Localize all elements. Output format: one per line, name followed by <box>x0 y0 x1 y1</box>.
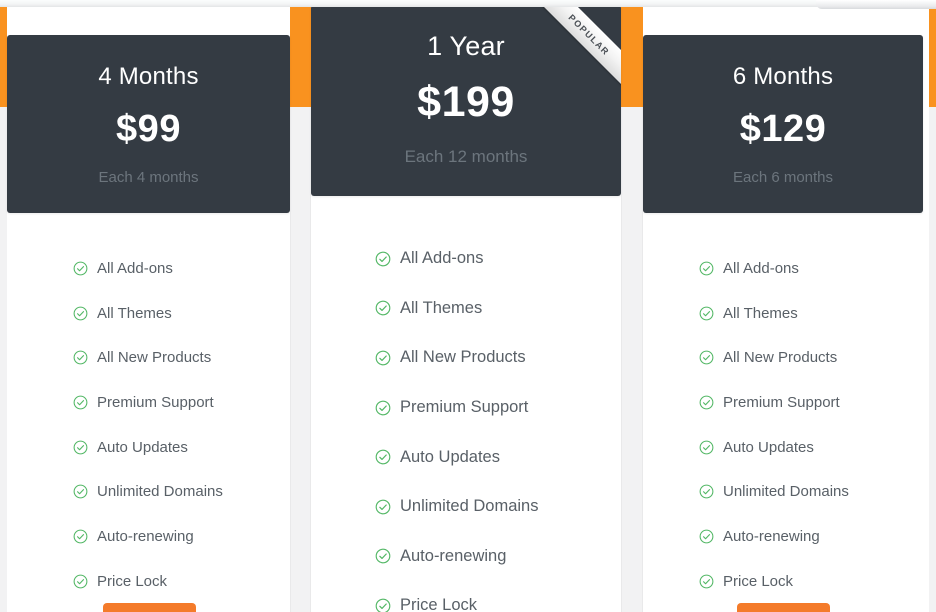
feature-label: Price Lock <box>97 572 168 590</box>
feature-label: All New Products <box>400 348 526 367</box>
pricing-card-6-months[interactable]: 6 Months $129 Each 6 months All Add-ons … <box>643 0 929 612</box>
feature-item: Unlimited Domains <box>375 482 538 532</box>
plan-header-4-months: 4 Months $99 Each 4 months <box>7 35 290 213</box>
check-circle-icon <box>699 484 714 499</box>
feature-label: Price Lock <box>723 572 794 590</box>
feature-label: Auto Updates <box>723 438 814 456</box>
feature-label: All Add-ons <box>723 259 799 277</box>
feature-label: Premium Support <box>97 393 214 411</box>
plan-header-6-months: 6 Months $129 Each 6 months <box>643 35 923 213</box>
feature-label: Premium Support <box>723 393 840 411</box>
feature-item: Unlimited Domains <box>699 469 849 514</box>
feature-item: Auto-renewing <box>375 532 538 582</box>
plan-header-1-year: POPULAR 1 Year $199 Each 12 months <box>311 5 621 196</box>
feature-item: Auto-renewing <box>73 514 223 559</box>
feature-item: Premium Support <box>73 380 223 425</box>
plan-name: 6 Months <box>732 63 834 90</box>
feature-item: All Themes <box>375 284 538 334</box>
feature-list-1-year: All Add-ons All Themes All New Products … <box>375 234 538 612</box>
check-circle-icon <box>73 529 88 544</box>
feature-label: Premium Support <box>400 398 529 417</box>
card-divider-left <box>290 107 291 612</box>
feature-item: All Themes <box>73 291 223 336</box>
feature-label: Auto-renewing <box>400 546 507 565</box>
feature-label: Auto-renewing <box>97 527 194 545</box>
plan-price: $99 <box>116 108 181 150</box>
feature-item: Auto Updates <box>699 425 849 470</box>
card-divider-mid-left <box>310 107 311 612</box>
feature-label: All Themes <box>723 304 798 322</box>
buy-now-button-4-months[interactable] <box>103 603 196 612</box>
feature-item: All New Products <box>375 333 538 383</box>
feature-list-6-months: All Add-ons All Themes All New Products … <box>699 246 849 604</box>
feature-list-4-months: All Add-ons All Themes All New Products … <box>73 246 223 604</box>
check-circle-icon <box>699 574 714 589</box>
window-top-chrome-right <box>816 0 936 9</box>
plan-period: Each 6 months <box>732 169 834 186</box>
feature-label: Unlimited Domains <box>723 483 849 501</box>
feature-label: All Add-ons <box>400 249 484 268</box>
check-circle-icon <box>699 529 714 544</box>
check-circle-icon <box>375 251 391 267</box>
feature-item: Premium Support <box>699 380 849 425</box>
check-circle-icon <box>73 484 88 499</box>
check-circle-icon <box>73 306 88 321</box>
feature-label: All New Products <box>97 349 212 367</box>
feature-item: Auto-renewing <box>699 514 849 559</box>
feature-item: All Add-ons <box>699 246 849 291</box>
feature-label: Unlimited Domains <box>400 497 539 516</box>
check-circle-icon <box>699 395 714 410</box>
plan-price: $129 <box>739 108 827 150</box>
feature-item: All Add-ons <box>73 246 223 291</box>
check-circle-icon <box>699 350 714 365</box>
feature-label: All Add-ons <box>97 259 173 277</box>
check-circle-icon <box>73 261 88 276</box>
check-circle-icon <box>375 598 391 612</box>
check-circle-icon <box>375 300 391 316</box>
feature-label: Auto Updates <box>97 438 188 456</box>
check-circle-icon <box>375 499 391 515</box>
card-divider-mid-right <box>621 107 622 612</box>
check-circle-icon <box>375 449 391 465</box>
feature-item: All Add-ons <box>375 234 538 284</box>
feature-label: All Themes <box>400 298 483 317</box>
feature-label: Auto-renewing <box>723 527 820 545</box>
check-circle-icon <box>375 548 391 564</box>
feature-item: All Themes <box>699 291 849 336</box>
pricing-page: 4 Months $99 Each 4 months All Add-ons A… <box>0 0 936 612</box>
feature-item: Price Lock <box>699 559 849 604</box>
feature-item: Premium Support <box>375 383 538 433</box>
check-circle-icon <box>375 350 391 366</box>
plan-period: Each 4 months <box>98 169 199 186</box>
check-circle-icon <box>375 400 391 416</box>
feature-item: Price Lock <box>73 559 223 604</box>
feature-item: Auto Updates <box>73 425 223 470</box>
card-divider-right <box>642 107 643 612</box>
check-circle-icon <box>699 306 714 321</box>
feature-item: All New Products <box>73 335 223 380</box>
feature-label: Unlimited Domains <box>97 483 223 501</box>
feature-label: Price Lock <box>400 596 478 612</box>
feature-item: Unlimited Domains <box>73 469 223 514</box>
feature-item: Price Lock <box>375 581 538 612</box>
pricing-card-4-months[interactable]: 4 Months $99 Each 4 months All Add-ons A… <box>7 0 290 612</box>
buy-now-button-6-months[interactable] <box>737 603 830 612</box>
window-top-chrome <box>0 0 936 7</box>
check-circle-icon <box>73 350 88 365</box>
feature-label: All Themes <box>97 304 172 322</box>
plan-price: $199 <box>417 78 515 126</box>
plan-name: 4 Months <box>98 63 199 90</box>
check-circle-icon <box>73 574 88 589</box>
check-circle-icon <box>699 261 714 276</box>
check-circle-icon <box>73 395 88 410</box>
feature-label: Auto Updates <box>400 447 500 466</box>
plan-period: Each 12 months <box>404 147 528 166</box>
check-circle-icon <box>73 440 88 455</box>
check-circle-icon <box>699 440 714 455</box>
feature-item: All New Products <box>699 335 849 380</box>
feature-item: Auto Updates <box>375 432 538 482</box>
feature-label: All New Products <box>723 349 838 367</box>
